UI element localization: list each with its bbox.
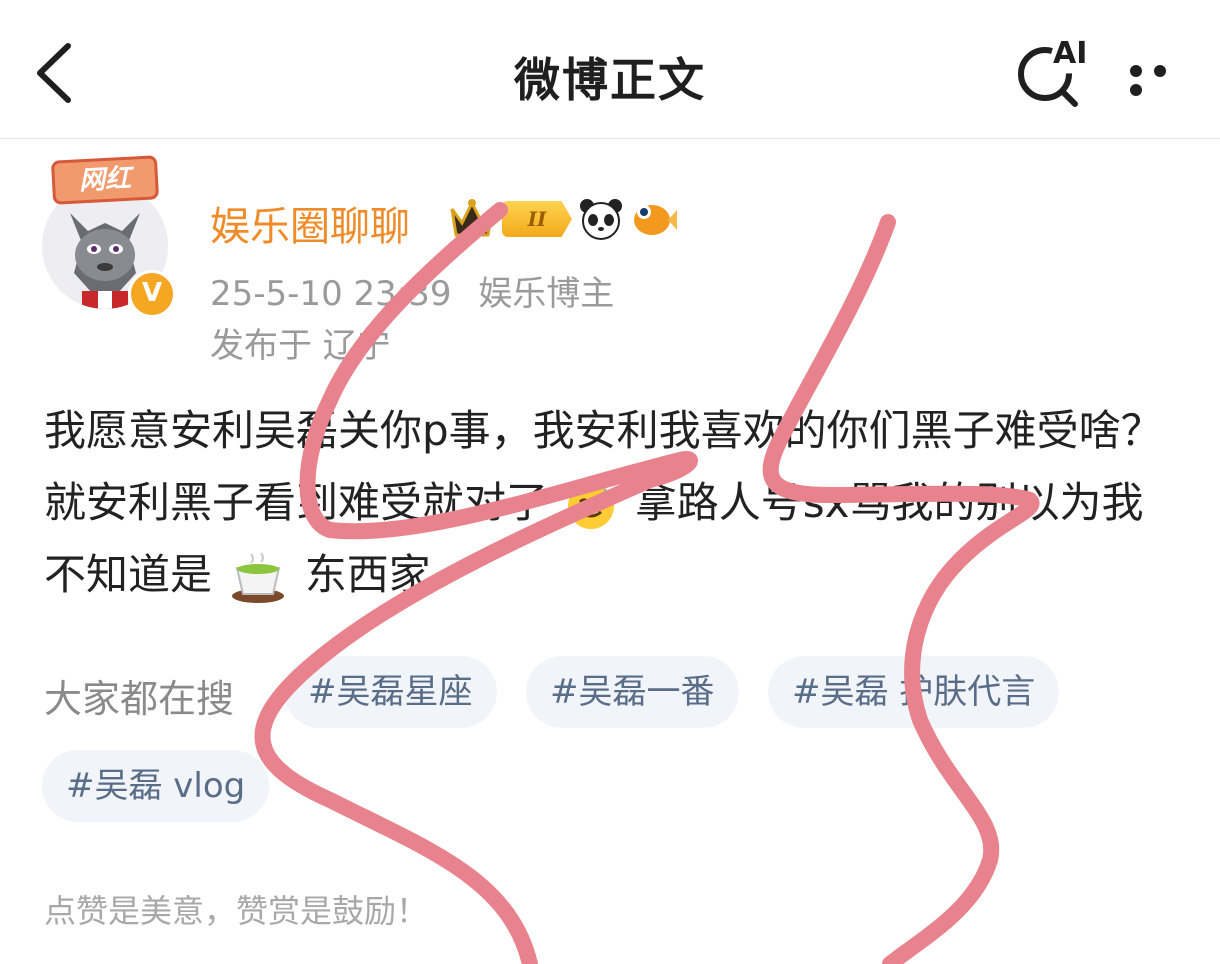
post-content: 我愿意安利吴磊关你p事，我安利我喜欢的你们黑子难受啥？就安利黑子看到难受就对了 … [44, 395, 1184, 611]
post-location: 发布于 辽宁 [210, 326, 391, 366]
more-dot [1154, 65, 1166, 77]
verified-icon: V [128, 270, 176, 318]
search-tag[interactable]: #吴磊星座 [284, 656, 497, 728]
top-nav-bar: 微博正文 AI [0, 0, 1220, 139]
tea-cup-emoji-icon [232, 551, 285, 603]
more-dot [1130, 84, 1142, 96]
more-dots-icon [1130, 65, 1142, 77]
goldfish-icon [634, 205, 677, 235]
user-badges: II [448, 194, 678, 244]
reward-note: 点赞是美意，赞赏是鼓励！ [44, 892, 429, 930]
crown-icon [450, 199, 494, 237]
panda-icon [580, 199, 622, 240]
more-options-button[interactable] [1130, 62, 1200, 96]
post-timestamp: 25-5-10 23:39 [210, 274, 452, 314]
avatar-tag-badge: 网红 [50, 155, 160, 205]
author-avatar[interactable]: 网红 V [40, 155, 180, 318]
sweat-smile-emoji-icon [568, 482, 615, 529]
trending-search-label: 大家都在搜 [44, 677, 235, 721]
author-category: 娱乐博主 [478, 274, 615, 314]
search-tag[interactable]: #吴磊一番 [526, 656, 739, 728]
post-meta: 25-5-10 23:39 娱乐博主 [210, 266, 630, 315]
post-text-part3: 东西家 [304, 550, 431, 599]
search-tag[interactable]: #吴磊 护肤代言 [768, 656, 1060, 728]
level-badge: II [502, 201, 572, 237]
ai-label: AI [1053, 36, 1088, 71]
search-tag[interactable]: #吴磊 vlog [42, 750, 270, 822]
ai-search-button[interactable]: AI [1015, 36, 1091, 108]
author-name[interactable]: 娱乐圈聊聊 [210, 194, 410, 252]
